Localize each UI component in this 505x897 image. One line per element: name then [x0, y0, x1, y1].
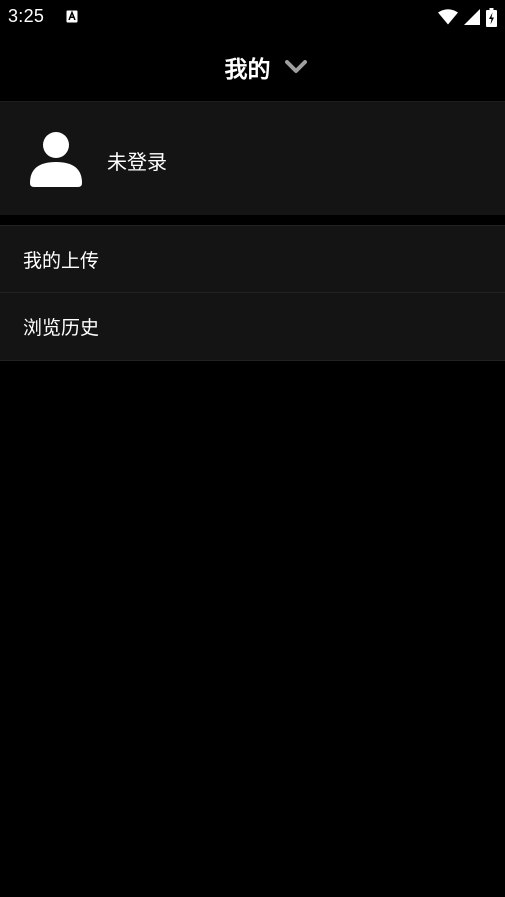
status-time: 3:25 [8, 6, 45, 26]
status-bar: 3:25 [0, 0, 505, 34]
profile-card[interactable]: 未登录 [0, 101, 505, 215]
menu-item-label: 浏览历史 [23, 317, 100, 339]
battery-charging-icon [486, 7, 497, 27]
page-title: 我的 [224, 57, 271, 83]
wifi-icon [438, 9, 458, 25]
title-dropdown[interactable]: 我的 [225, 50, 307, 84]
a-icon [66, 10, 78, 23]
title-bar: 我的 [0, 34, 505, 100]
menu-item-browse-history[interactable]: 浏览历史 [0, 292, 505, 361]
user-icon [30, 132, 82, 187]
status-icons [438, 7, 497, 27]
chevron-down-icon[interactable] [284, 60, 307, 74]
signal-icon [464, 9, 480, 25]
menu-item-label: 我的上传 [23, 249, 100, 272]
menu-list: 我的上传 浏览历史 [0, 225, 505, 361]
login-status[interactable]: 未登录 [107, 146, 167, 175]
menu-item-my-uploads[interactable]: 我的上传 [0, 225, 505, 292]
